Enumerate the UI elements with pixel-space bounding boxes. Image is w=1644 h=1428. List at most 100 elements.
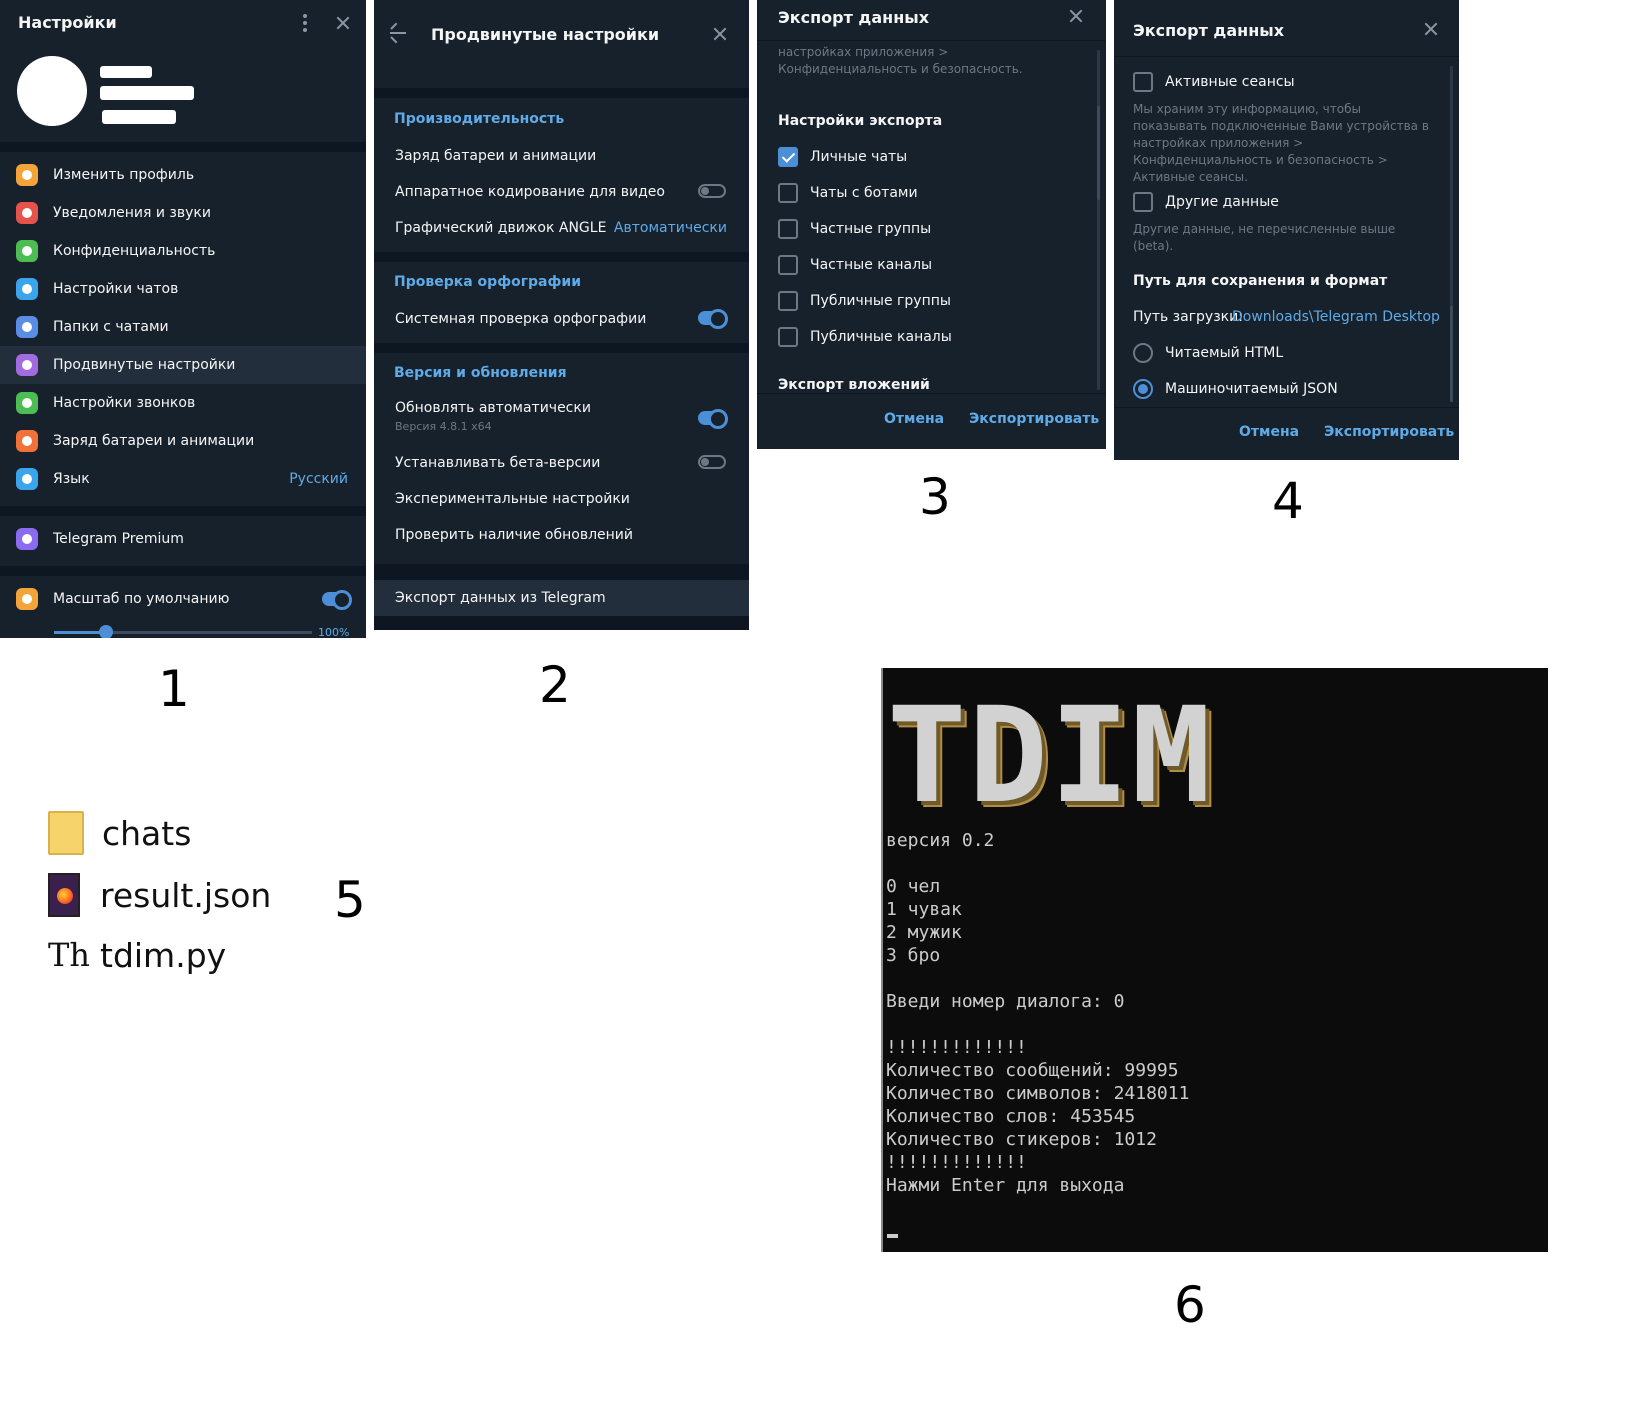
other-data-checkbox[interactable] bbox=[1133, 192, 1153, 212]
export-option-checkbox[interactable] bbox=[778, 147, 798, 167]
export-option-label[interactable]: Частные каналы bbox=[810, 257, 932, 273]
scale-toggle[interactable] bbox=[322, 590, 352, 610]
close-icon[interactable] bbox=[336, 16, 350, 30]
sidebar-item[interactable]: Продвинутые настройки bbox=[0, 346, 366, 384]
angle-item[interactable]: Графический движок ANGLE bbox=[395, 220, 606, 236]
back-arrow-icon[interactable] bbox=[390, 22, 406, 44]
export-option-label[interactable]: Личные чаты bbox=[810, 149, 907, 165]
default-scale-item[interactable]: Масштаб по умолчанию bbox=[0, 580, 366, 618]
beta-toggle[interactable] bbox=[698, 455, 726, 469]
sidebar-item[interactable]: Изменить профиль bbox=[0, 156, 366, 194]
performance-header: Производительность bbox=[394, 111, 565, 127]
other-data-desc: Другие данные, не перечисленные выше (be… bbox=[1133, 222, 1396, 253]
scrollbar-thumb[interactable] bbox=[1450, 306, 1453, 402]
console-dialog-0: 0 чел bbox=[886, 876, 941, 897]
export-button[interactable]: Экспортировать bbox=[1324, 424, 1454, 440]
folder-icon bbox=[16, 316, 38, 338]
avatar[interactable] bbox=[17, 56, 87, 126]
export-option-checkbox[interactable] bbox=[778, 255, 798, 275]
hw-encoding-toggle[interactable] bbox=[698, 184, 726, 198]
close-icon[interactable] bbox=[1069, 9, 1083, 23]
divider bbox=[374, 252, 749, 262]
export-option-checkbox[interactable] bbox=[778, 219, 798, 239]
experimental-item[interactable]: Экспериментальные настройки bbox=[395, 491, 630, 507]
export-option-checkbox[interactable] bbox=[778, 327, 798, 347]
export-settings-header: Настройки экспорта bbox=[778, 113, 943, 129]
scrollbar-thumb[interactable] bbox=[1097, 106, 1100, 200]
close-icon[interactable] bbox=[713, 27, 727, 41]
privacy-note: настройках приложения > Конфиденциальнос… bbox=[778, 45, 1023, 76]
footer-divider bbox=[1114, 407, 1459, 408]
beta-item[interactable]: Устанавливать бета-версии bbox=[395, 455, 600, 471]
export-option-label[interactable]: Чаты с ботами bbox=[810, 185, 918, 201]
settings-title: Настройки bbox=[18, 13, 117, 32]
scale-slider-handle[interactable] bbox=[98, 625, 113, 638]
advanced-settings-panel: Продвинутые настройки Производительность… bbox=[374, 0, 749, 630]
auto-update-item[interactable]: Обновлять автоматически bbox=[395, 400, 591, 416]
globe-icon bbox=[16, 468, 38, 490]
sidebar-item[interactable]: Конфиденциальность bbox=[0, 232, 366, 270]
divider bbox=[0, 142, 366, 152]
angle-value[interactable]: Автоматически bbox=[614, 220, 727, 236]
cancel-button[interactable]: Отмена bbox=[884, 411, 944, 427]
dialog-title: Экспорт данных bbox=[1133, 21, 1285, 40]
sidebar-item-label: Настройки звонков bbox=[53, 395, 196, 411]
export-option-label[interactable]: Публичные каналы bbox=[810, 329, 952, 345]
file-tdim-py[interactable]: Th tdim.py bbox=[48, 930, 226, 980]
firefox-file-icon bbox=[48, 873, 80, 917]
export-telegram-item[interactable]: Экспорт данных из Telegram bbox=[374, 580, 749, 616]
lock-icon bbox=[16, 240, 38, 262]
system-spellcheck-item[interactable]: Системная проверка орфографии bbox=[395, 311, 646, 327]
console-window[interactable]: TDIM версия 0.2 0 чел 1 чувак 2 мужик 3 … bbox=[881, 668, 1548, 1252]
export-option-label[interactable]: Публичные группы bbox=[810, 293, 951, 309]
path-format-header: Путь для сохранения и формат bbox=[1133, 273, 1388, 289]
battery-animation-item[interactable]: Заряд батареи и анимации bbox=[395, 148, 596, 164]
scale-slider-track[interactable] bbox=[54, 625, 312, 638]
auto-update-toggle[interactable] bbox=[698, 409, 728, 429]
language-value[interactable]: Русский bbox=[289, 471, 348, 487]
sidebar-item[interactable]: Настройки чатов bbox=[0, 270, 366, 308]
export-option-checkbox[interactable] bbox=[778, 183, 798, 203]
tdim-logo: TDIM bbox=[887, 679, 1213, 833]
export-option-checkbox[interactable] bbox=[778, 291, 798, 311]
telegram-premium-item[interactable]: Telegram Premium bbox=[0, 520, 366, 558]
json-format-label[interactable]: Машиночитаемый JSON bbox=[1165, 381, 1338, 397]
console-stat-messages: Количество сообщений: 99995 bbox=[886, 1060, 1179, 1081]
html-format-radio[interactable] bbox=[1133, 343, 1153, 363]
sidebar-item[interactable]: Настройки звонков bbox=[0, 384, 366, 422]
sidebar-item-label: Уведомления и звуки bbox=[53, 205, 211, 221]
check-updates-item[interactable]: Проверить наличие обновлений bbox=[395, 527, 633, 543]
sidebar-item[interactable]: Язык Русский bbox=[0, 460, 366, 498]
cancel-button[interactable]: Отмена bbox=[1239, 424, 1299, 440]
html-format-label[interactable]: Читаемый HTML bbox=[1165, 345, 1283, 361]
other-data-label[interactable]: Другие данные bbox=[1165, 194, 1279, 210]
export-dialog-2: Экспорт данных Активные сеансы Мы храним… bbox=[1114, 0, 1459, 460]
export-option-label[interactable]: Частные группы bbox=[810, 221, 931, 237]
json-format-radio[interactable] bbox=[1133, 379, 1153, 399]
active-sessions-checkbox[interactable] bbox=[1133, 72, 1153, 92]
active-sessions-label[interactable]: Активные сеансы bbox=[1165, 74, 1295, 90]
more-menu-icon[interactable] bbox=[303, 14, 307, 32]
settings-panel: Настройки Изменить профиль Уведомления и … bbox=[0, 0, 366, 638]
close-icon[interactable] bbox=[1424, 22, 1438, 36]
file-chats[interactable]: chats bbox=[48, 808, 191, 858]
sidebar-item[interactable]: Папки с чатами bbox=[0, 308, 366, 346]
spellcheck-toggle[interactable] bbox=[698, 309, 728, 329]
export-dialog-1: Экспорт данных настройках приложения > К… bbox=[757, 0, 1106, 449]
step-number-4: 4 bbox=[1272, 472, 1304, 530]
scrollbar[interactable] bbox=[1097, 50, 1100, 390]
sidebar-item[interactable]: Уведомления и звуки bbox=[0, 194, 366, 232]
divider bbox=[374, 616, 749, 630]
hw-encoding-item[interactable]: Аппаратное кодирование для видео bbox=[395, 184, 665, 200]
scale-label: Масштаб по умолчанию bbox=[53, 591, 230, 607]
path-value-link[interactable]: Downloads\Telegram Desktop bbox=[1232, 309, 1440, 325]
export-button[interactable]: Экспортировать bbox=[969, 411, 1099, 427]
scale-value: 100% bbox=[318, 626, 350, 638]
file-result-json[interactable]: result.json bbox=[48, 870, 271, 920]
sidebar-item-label: Продвинутые настройки bbox=[53, 357, 236, 373]
divider bbox=[374, 564, 749, 580]
console-dialog-2: 2 мужик bbox=[886, 922, 962, 943]
sidebar-item-label: Папки с чатами bbox=[53, 319, 169, 335]
file-name: tdim.py bbox=[100, 935, 227, 975]
sidebar-item[interactable]: Заряд батареи и анимации bbox=[0, 422, 366, 460]
